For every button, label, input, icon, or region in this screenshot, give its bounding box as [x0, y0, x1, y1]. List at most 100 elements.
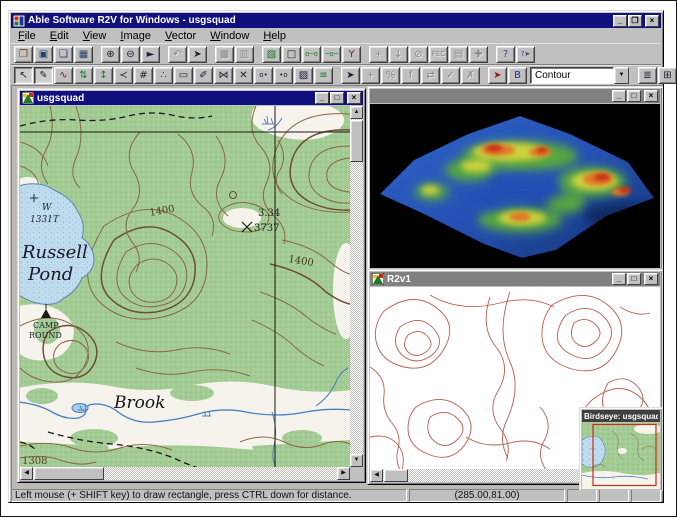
- map-scroll-up-icon[interactable]: ▲: [350, 106, 363, 119]
- context-help-button[interactable]: ?➤: [516, 46, 535, 63]
- map-label-334: 3.34: [258, 208, 280, 219]
- app-window: Able Software R2V for Windows - usgsquad…: [8, 10, 664, 503]
- save-image-button[interactable]: ▣: [34, 46, 53, 63]
- vector-node-button[interactable]: ─o─: [322, 46, 341, 63]
- ghost-check-button[interactable]: ✓: [441, 67, 460, 84]
- vector-maximize-button[interactable]: □: [627, 273, 641, 285]
- vector-minimize-button[interactable]: _: [612, 273, 626, 285]
- map-label-round: ROUND: [29, 331, 62, 340]
- status-message: Left mouse (+ SHIFT key) to draw rectang…: [11, 489, 407, 502]
- terrain-maximize-button[interactable]: □: [627, 90, 641, 102]
- app-minimize-button[interactable]: _: [613, 15, 627, 27]
- ghost-add-button[interactable]: +: [361, 67, 380, 84]
- map-window-titlebar[interactable]: usgsquad _ □ ×: [20, 91, 363, 105]
- map-scroll-left-icon[interactable]: ◀: [20, 467, 33, 480]
- pointer-button[interactable]: ➤: [188, 46, 207, 63]
- zoom-out-button[interactable]: ⊖: [121, 46, 140, 63]
- start-node-button[interactable]: o•: [254, 67, 273, 84]
- map-minimize-button[interactable]: _: [315, 92, 329, 104]
- open-image-button[interactable]: ❐: [14, 46, 33, 63]
- menu-edit[interactable]: Edit: [43, 29, 76, 43]
- terrain-close-button[interactable]: ×: [644, 90, 658, 102]
- map-maximize-button[interactable]: □: [330, 92, 344, 104]
- map-scroll-right-icon[interactable]: ▶: [337, 467, 350, 480]
- menu-help[interactable]: Help: [256, 29, 293, 43]
- end-node-button[interactable]: •o: [274, 67, 293, 84]
- layer-combo-value[interactable]: Contour: [530, 67, 614, 84]
- status-coordinates: (285.00,81.00): [409, 489, 565, 502]
- app-restore-button[interactable]: ❐: [628, 15, 642, 27]
- zoom-in-button[interactable]: ⊕: [101, 46, 120, 63]
- map-hscroll-thumb[interactable]: [34, 467, 104, 480]
- terrain-window-titlebar[interactable]: _ □ ×: [370, 89, 660, 103]
- ghost-percent-button[interactable]: %: [381, 67, 400, 84]
- menu-window[interactable]: Window: [203, 29, 256, 43]
- pick-arrow-button[interactable]: ➤: [341, 67, 360, 84]
- pick-red-button[interactable]: ➤: [488, 67, 507, 84]
- add-point-button[interactable]: ✚: [469, 46, 488, 63]
- map-close-button[interactable]: ×: [347, 92, 361, 104]
- delete-button[interactable]: ✕: [234, 67, 253, 84]
- image-crop-button[interactable]: ▥: [235, 46, 254, 63]
- combo-dropdown-icon[interactable]: ▼: [614, 67, 629, 84]
- map-scroll-down-icon[interactable]: ▼: [350, 454, 363, 467]
- ghost-function-button[interactable]: f: [401, 67, 420, 84]
- move-node-button[interactable]: #: [134, 67, 153, 84]
- help-button[interactable]: ?: [496, 46, 515, 63]
- label-text-button[interactable]: FEC: [429, 46, 448, 63]
- layer-combo[interactable]: Contour ▼: [530, 67, 629, 84]
- vector-window-titlebar[interactable]: R2v1 _ □ ×: [370, 272, 660, 286]
- app-title: Able Software R2V for Windows - usgsquad: [28, 15, 610, 26]
- id-node-button[interactable]: ∴: [154, 67, 173, 84]
- image-display-button[interactable]: ▧: [262, 46, 281, 63]
- move-point-button[interactable]: +: [369, 46, 388, 63]
- contour-table-button[interactable]: ⊞: [658, 67, 677, 84]
- map-window-icon: [22, 92, 34, 104]
- lower-elevation-button[interactable]: ↕: [94, 67, 113, 84]
- image-process-button[interactable]: ▩: [215, 46, 234, 63]
- image-frame-button[interactable]: □: [282, 46, 301, 63]
- circle-tool-button[interactable]: ⊘: [409, 46, 428, 63]
- fill-pattern-button[interactable]: ▨: [294, 67, 313, 84]
- raise-elevation-button[interactable]: ⇅: [74, 67, 93, 84]
- app-close-button[interactable]: ×: [645, 15, 659, 27]
- ghost-mark-button[interactable]: ✗: [461, 67, 480, 84]
- draw-line-button[interactable]: ✎: [34, 67, 53, 84]
- zoom-select-button[interactable]: ►: [141, 46, 160, 63]
- menu-image[interactable]: Image: [113, 29, 158, 43]
- drop-point-button[interactable]: ↓: [389, 46, 408, 63]
- edit-node-button[interactable]: ≺: [114, 67, 133, 84]
- vector-close-button[interactable]: ×: [644, 273, 658, 285]
- terrain-minimize-button[interactable]: _: [612, 90, 626, 102]
- map-hscrollbar[interactable]: ◀ ▶: [20, 467, 350, 480]
- join-lines-button[interactable]: ⋈: [214, 67, 233, 84]
- menu-view[interactable]: View: [76, 29, 114, 43]
- ghost-swap-button[interactable]: ⇄: [421, 67, 440, 84]
- vector-branch-button[interactable]: Y: [342, 46, 361, 63]
- map-vscroll-thumb[interactable]: [350, 120, 363, 162]
- vector-hscroll-thumb[interactable]: [384, 469, 408, 482]
- undo-button[interactable]: ↶: [168, 46, 187, 63]
- map-label-pond: Pond: [27, 264, 73, 285]
- pick-blue-button[interactable]: B: [508, 67, 527, 84]
- map-vscrollbar[interactable]: ▲ ▼: [350, 106, 363, 467]
- select-tool-button[interactable]: ↖: [14, 67, 33, 84]
- app-titlebar[interactable]: Able Software R2V for Windows - usgsquad…: [11, 13, 661, 28]
- map-canvas[interactable]: W 1331T Russell Pond CAMP ROUND 1400 140…: [20, 106, 350, 468]
- menu-vector[interactable]: Vector: [158, 29, 203, 43]
- open-project-button[interactable]: ❏: [54, 46, 73, 63]
- label-box-button[interactable]: ▤: [449, 46, 468, 63]
- rectangle-tool-button[interactable]: ▭: [174, 67, 193, 84]
- birdseye-titlebar[interactable]: Birdseye: usgsquad: [582, 410, 660, 422]
- vector-segment-button[interactable]: o─o: [302, 46, 321, 63]
- terrain-3d-view[interactable]: [370, 104, 660, 268]
- pen-tool-button[interactable]: ✐: [194, 67, 213, 84]
- trace-line-button[interactable]: ∿: [54, 67, 73, 84]
- menu-file[interactable]: File: [11, 29, 43, 43]
- line-set-button[interactable]: ≣: [638, 67, 657, 84]
- vector-scroll-left-icon[interactable]: ◀: [370, 469, 383, 482]
- save-project-button[interactable]: ▦: [74, 46, 93, 63]
- map-label-russell: Russell: [21, 242, 88, 263]
- text-lines-button[interactable]: ≡: [314, 67, 333, 84]
- birdseye-canvas[interactable]: ~~~: [582, 423, 660, 489]
